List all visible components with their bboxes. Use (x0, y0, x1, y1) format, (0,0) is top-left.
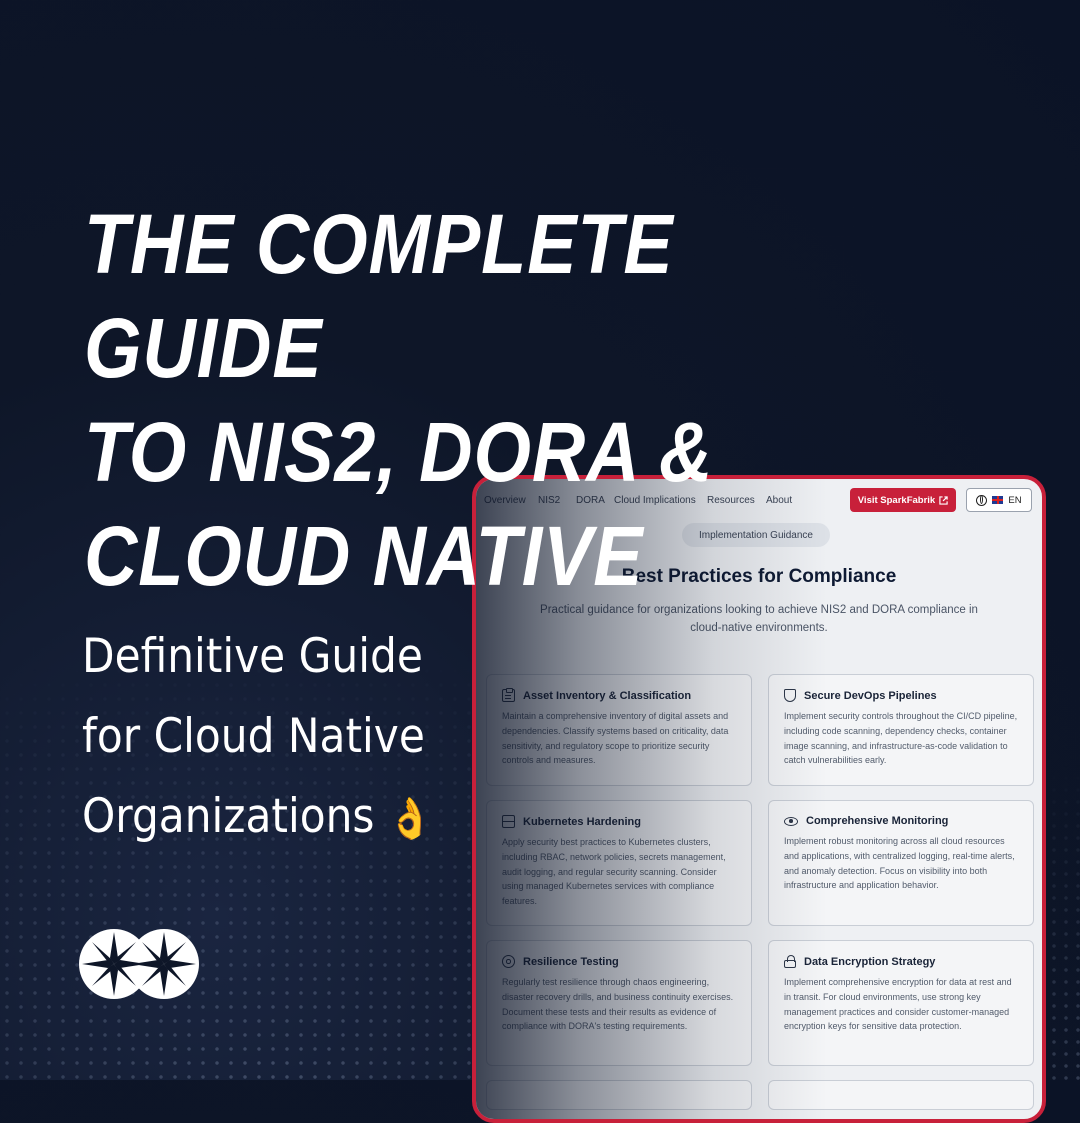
card-title: Secure DevOps Pipelines (804, 689, 937, 702)
server-icon (502, 815, 515, 828)
card-partial (486, 1080, 752, 1110)
card-resilience-testing: Resilience Testing Regularly test resili… (486, 940, 752, 1066)
card-description: Implement security controls throughout t… (784, 711, 1018, 766)
headline-line: THE COMPLETE GUIDE (84, 197, 674, 395)
lock-icon (784, 955, 796, 968)
card-title: Resilience Testing (523, 955, 619, 968)
headline-line: TO NIS2, DORA & (84, 405, 714, 499)
shield-icon (784, 689, 796, 702)
card-asset-inventory: Asset Inventory & Classification Maintai… (486, 674, 752, 786)
subtitle-line: for Cloud Native (82, 709, 425, 764)
card-description: Apply security best practices to Kuberne… (502, 837, 726, 907)
headline: THE COMPLETE GUIDE TO NIS2, DORA & CLOUD… (84, 192, 929, 608)
sparkfabrik-logo-icon (79, 929, 199, 999)
card-title: Kubernetes Hardening (523, 815, 641, 828)
card-title: Comprehensive Monitoring (806, 815, 949, 827)
external-link-icon (939, 495, 948, 505)
eye-icon (784, 816, 798, 826)
card-description: Regularly test resilience through chaos … (502, 977, 734, 1032)
card-title: Asset Inventory & Classification (523, 689, 692, 702)
ok-hand-icon: 👌 (387, 796, 433, 842)
clipboard-icon (502, 688, 515, 702)
headline-line: CLOUD NATIVE (84, 509, 644, 603)
card-comprehensive-monitoring: Comprehensive Monitoring Implement robus… (768, 800, 1034, 926)
uk-flag-icon (992, 496, 1004, 504)
card-partial (768, 1080, 1034, 1110)
card-title: Data Encryption Strategy (804, 955, 936, 968)
card-secure-devops: Secure DevOps Pipelines Implement securi… (768, 674, 1034, 786)
card-description: Implement robust monitoring across all c… (784, 836, 1015, 891)
subtitle: Definitive Guide for Cloud Native Organi… (82, 617, 460, 859)
subtitle-line: Definitive Guide (82, 629, 423, 684)
globe-icon (976, 494, 988, 506)
card-description: Maintain a comprehensive inventory of di… (502, 711, 729, 766)
card-kubernetes-hardening: Kubernetes Hardening Apply security best… (486, 800, 752, 926)
card-data-encryption: Data Encryption Strategy Implement compr… (768, 940, 1034, 1066)
lifebuoy-icon (502, 955, 515, 968)
language-selector[interactable]: EN (966, 488, 1032, 512)
subtitle-line: Organizations (82, 789, 375, 844)
language-label: EN (1008, 494, 1022, 506)
card-description: Implement comprehensive encryption for d… (784, 977, 1012, 1032)
